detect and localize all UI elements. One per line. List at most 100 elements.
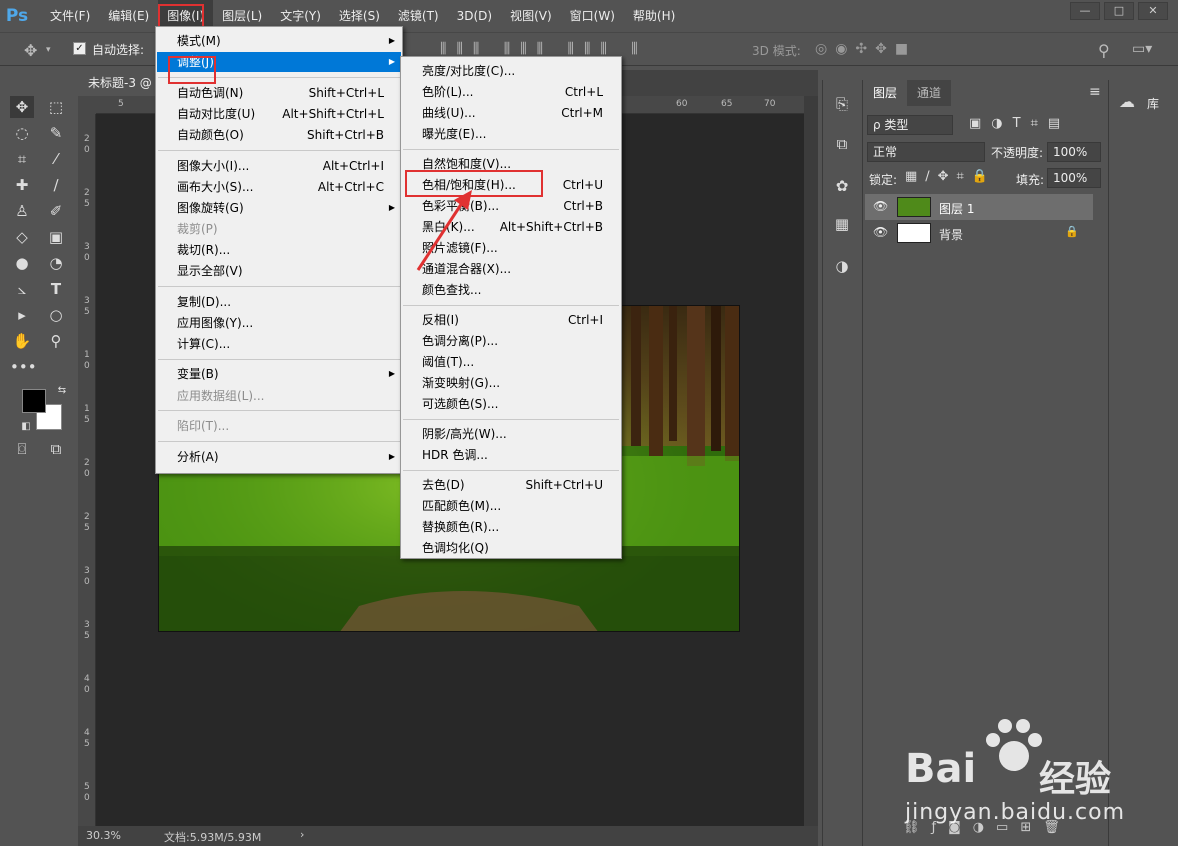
menu-item[interactable]: 去色(D) Shift+Ctrl+U [402,475,620,495]
more-tools-icon[interactable]: ••• [10,356,37,378]
gradient-tool-icon[interactable]: ▣ [44,226,68,248]
menu-file[interactable]: 文件(F) [34,0,99,32]
menu-item[interactable]: 色阶(L)... Ctrl+L [402,82,620,102]
vertical-scrollbar[interactable] [804,96,818,826]
status-menu-arrow[interactable]: › [300,828,304,841]
menu-item[interactable]: 分析(A) ▶ [157,447,401,467]
eyedropper-tool-icon[interactable]: ⁄ [44,148,68,170]
screen-mode-icon[interactable]: ⧉ [44,438,68,460]
grid-icon[interactable]: ▦ [832,214,852,234]
dodge-tool-icon[interactable]: ◔ [44,252,68,274]
tab-channels[interactable]: 通道 [907,80,952,106]
vertical-ruler[interactable]: 20253035101520253035404550 [78,114,96,826]
quick-mask-icon[interactable]: ⌼ [10,438,34,460]
libraries-label[interactable]: 库 [1147,95,1159,112]
menu-item[interactable]: 显示全部(V) [157,261,401,281]
menu-item[interactable]: 曲线(U)... Ctrl+M [402,103,620,123]
swap-colors-icon[interactable]: ⇆ [50,380,74,402]
lasso-tool-icon[interactable]: ◌ [10,122,34,144]
zoom-tool-icon[interactable]: ⚲ [44,330,68,352]
layer-name[interactable]: 背景 [939,226,963,243]
menu-item[interactable]: 应用图像(Y)... [157,313,401,333]
menu-view[interactable]: 视图(V) [501,0,561,32]
hand-tool-icon[interactable]: ✋ [10,330,34,352]
layer-filter-icons[interactable]: ▣◑T⌗▤ [969,116,1070,131]
path-select-tool-icon[interactable]: ▸ [10,304,34,326]
blur-tool-icon[interactable]: ● [10,252,34,274]
menu-item[interactable]: 匹配颜色(M)... [402,496,620,516]
layer-name[interactable]: 图层 1 [939,200,974,217]
menu-item[interactable]: 亮度/对比度(C)... [402,61,620,81]
crop-tool-icon[interactable]: ⌗ [10,148,34,170]
history-brush-tool-icon[interactable]: ✐ [44,200,68,222]
menu-item[interactable]: 自动色调(N) Shift+Ctrl+L [157,83,401,103]
menu-item[interactable]: 画布大小(S)... Alt+Ctrl+C [157,177,401,197]
menu-item[interactable]: 自动颜色(O) Shift+Ctrl+B [157,125,401,145]
close-button[interactable]: ✕ [1138,2,1168,20]
workspace-icon[interactable]: ▭▾ [1132,41,1152,57]
menu-item[interactable]: 曝光度(E)... [402,124,620,144]
search-icon[interactable]: ⚲ [1098,41,1110,60]
visibility-eye-icon[interactable]: 👁 [873,199,888,213]
menu-item[interactable]: HDR 色调... [402,445,620,465]
menu-item[interactable]: 阴影/高光(W)... [402,424,620,444]
menu-item[interactable]: 色调均化(Q) [402,538,620,558]
pen-tool-icon[interactable]: ⦣ [10,278,34,300]
align-icons[interactable]: ⫼⫼⫼ ⫼⫼⫼ ⫼⫼⫼ ⫼ [440,41,648,57]
menu-item[interactable]: 变量(B) ▶ [157,364,401,384]
watermark-url: jingyan.baidu.com [905,800,1126,825]
quick-select-tool-icon[interactable]: ✎ [44,122,68,144]
menu-window[interactable]: 窗口(W) [561,0,624,32]
menu-item[interactable]: 裁切(R)... [157,240,401,260]
marquee-tool-icon[interactable]: ⬚ [44,96,68,118]
menu-item[interactable]: 阈值(T)... [402,352,620,372]
menu-item[interactable]: 色调分离(P)... [402,331,620,351]
panel-menu-icon[interactable]: ≡ [1089,84,1101,100]
default-colors-icon[interactable]: ◧ [14,416,38,438]
menu-3d[interactable]: 3D(D) [448,0,501,32]
menu-item[interactable]: 复制(D)... [157,292,401,312]
menu-help[interactable]: 帮助(H) [624,0,684,32]
type-tool-icon[interactable]: T [44,278,68,300]
layer-row-1[interactable]: 👁 图层 1 [865,194,1093,220]
creative-cloud-icon[interactable]: ☁ [1119,92,1135,111]
visibility-eye-icon[interactable]: 👁 [873,225,888,239]
menu-item[interactable]: 图像旋转(G) ▶ [157,198,401,218]
menu-item[interactable]: 可选颜色(S)... [402,394,620,414]
minimize-button[interactable]: — [1070,2,1100,20]
brush-tool-icon[interactable]: ∕ [44,174,68,196]
maximize-button[interactable]: □ [1104,2,1134,20]
eraser-tool-icon[interactable]: ◇ [10,226,34,248]
foreground-color-swatch[interactable] [22,389,46,413]
zoom-level[interactable]: 30.3% [86,829,121,842]
layer-filter-dropdown[interactable]: ρ 类型 [867,115,953,135]
move-tool-icon[interactable]: ✥ [24,41,37,60]
auto-select-checkbox[interactable]: ✓ [73,42,86,55]
menu-item[interactable]: 颜色查找... [402,280,620,300]
menu-item[interactable]: 模式(M) ▶ [157,31,401,51]
blend-mode-dropdown[interactable]: 正常 [867,142,985,162]
menu-item[interactable]: 渐变映射(G)... [402,373,620,393]
3d-tool-icons[interactable]: ◎◉✣✥■ [815,41,916,57]
ellipse-tool-icon[interactable]: ○ [44,304,68,326]
properties-icon[interactable]: ⧉ [832,134,852,154]
menu-item[interactable]: 替换颜色(R)... [402,517,620,537]
move-tool-icon[interactable]: ✥ [10,96,34,118]
healing-brush-tool-icon[interactable]: ✚ [10,174,34,196]
menu-item[interactable]: 反相(I) Ctrl+I [402,310,620,330]
clone-stamp-tool-icon[interactable]: ♙ [10,200,34,222]
layer-row-background[interactable]: 👁 背景 🔒 [865,220,1093,246]
tool-preset-chevron-icon[interactable]: ▾ [46,45,51,55]
adjustments-icon[interactable]: ◑ [832,256,852,276]
fill-input[interactable]: 100% [1047,168,1101,188]
lock-icons[interactable]: ▦∕✥⌗🔒 [905,169,996,184]
menu-edit[interactable]: 编辑(E) [99,0,158,32]
swatches-icon[interactable]: ✿ [832,176,852,196]
opacity-input[interactable]: 100% [1047,142,1101,162]
menu-item[interactable]: 计算(C)... [157,334,401,354]
menu-item[interactable]: 图像大小(I)... Alt+Ctrl+I [157,156,401,176]
history-icon[interactable]: ⎘ [832,94,852,114]
tab-layers[interactable]: 图层 [863,80,909,106]
menu-item[interactable]: 自动对比度(U) Alt+Shift+Ctrl+L [157,104,401,124]
menu-separator [158,149,400,151]
